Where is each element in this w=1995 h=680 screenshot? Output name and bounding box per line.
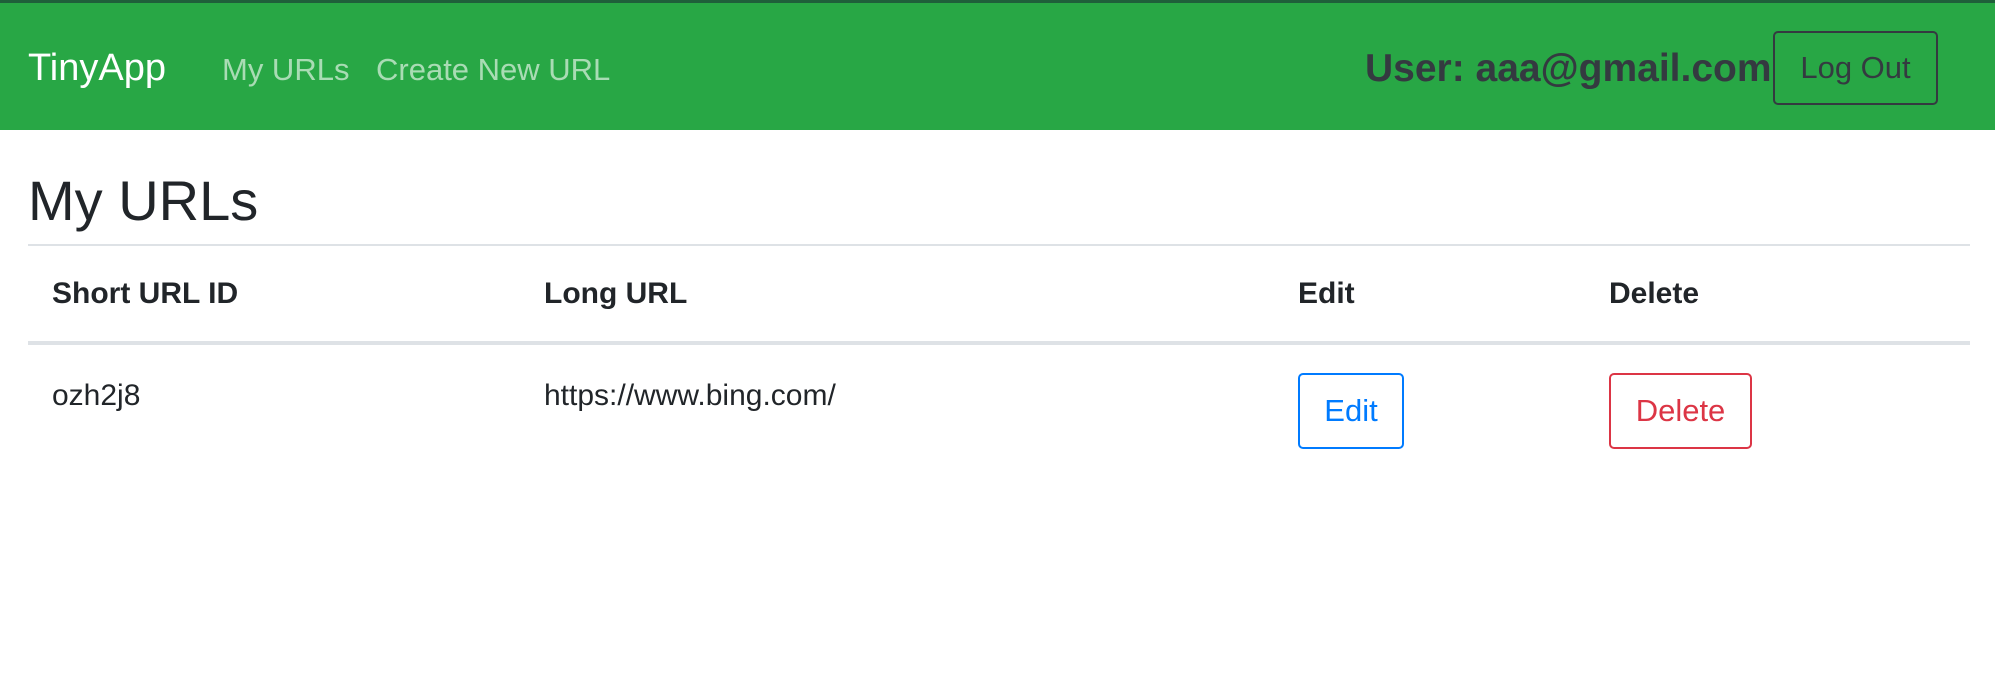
- urls-table: Short URL ID Long URL Edit Delete ozh2j8…: [28, 246, 1970, 449]
- header-short-url-id: Short URL ID: [28, 246, 520, 345]
- edit-cell: Edit: [1274, 343, 1585, 449]
- delete-cell: Delete: [1585, 343, 1970, 449]
- edit-button[interactable]: Edit: [1298, 373, 1404, 449]
- table-row: ozh2j8 https://www.bing.com/ Edit Delete: [28, 343, 1970, 449]
- header-edit: Edit: [1274, 246, 1585, 345]
- long-url-cell: https://www.bing.com/: [544, 379, 836, 412]
- header-delete: Delete: [1585, 246, 1970, 345]
- navbar: TinyApp My URLs Create New URL User: aaa…: [0, 0, 1995, 130]
- header-long-url: Long URL: [520, 246, 1274, 345]
- page-title: My URLs: [28, 169, 259, 232]
- table-header-row: Short URL ID Long URL Edit Delete: [28, 246, 1970, 345]
- brand-link[interactable]: TinyApp: [28, 47, 166, 90]
- delete-button[interactable]: Delete: [1609, 373, 1752, 449]
- short-url-id-cell: ozh2j8: [52, 379, 141, 412]
- user-label: User: aaa@gmail.com: [1365, 47, 1772, 90]
- nav-link-create-new-url[interactable]: Create New URL: [376, 52, 610, 88]
- nav-link-my-urls[interactable]: My URLs: [222, 52, 349, 88]
- logout-button[interactable]: Log Out: [1773, 31, 1938, 105]
